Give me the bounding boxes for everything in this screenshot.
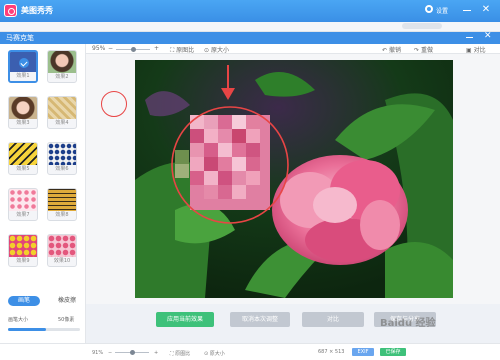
status-zoom-knob[interactable] — [130, 350, 135, 355]
zoom-level: 95% — [92, 45, 106, 52]
brush-cursor — [101, 91, 127, 117]
effect-thumb-10[interactable]: 效果10 — [47, 234, 77, 267]
minimize-icon[interactable] — [461, 4, 473, 16]
image-dimensions: 687 × 513 — [318, 349, 345, 355]
redo-icon: ↷ — [414, 47, 420, 54]
status-badge: 已保存 — [380, 348, 406, 356]
dialog-title-bar: 马赛克笔 ✕ — [0, 31, 500, 44]
gear-icon[interactable] — [425, 5, 433, 13]
mosaic-editor-window: 美图秀秀 设置 ✕ 马赛克笔 ✕ 95% − + ⛶ 原图比 ⊙ 原大小 ↶ 撤… — [0, 0, 500, 360]
compare-button[interactable]: 对比 — [302, 312, 364, 327]
effect-thumb-7[interactable]: 效果7 — [8, 188, 38, 221]
dialog-title: 马赛克笔 — [6, 34, 34, 42]
pen-size-value: 50像素 — [58, 317, 75, 323]
effect-thumb-2[interactable]: 效果2 — [47, 50, 77, 83]
canvas-toolbar: 95% − + ⛶ 原图比 ⊙ 原大小 ↶ 撤销 ↷ 重做 ▣ 对比 — [86, 44, 500, 54]
menu-strip — [0, 22, 500, 32]
photo-canvas[interactable] — [135, 60, 453, 298]
status-original-ratio[interactable]: ⛶ 原图比 — [170, 350, 190, 357]
check-icon — [19, 58, 29, 68]
action-bar — [86, 304, 500, 340]
dialog-minimize-icon[interactable] — [466, 37, 473, 38]
status-zoom-in[interactable]: + — [154, 350, 158, 356]
actual-size-button[interactable]: ⊙ 原大小 — [204, 45, 229, 54]
effect-thumb-3[interactable]: 效果3 — [8, 96, 38, 129]
close-icon[interactable]: ✕ — [480, 4, 492, 16]
pen-size-fill — [8, 328, 47, 331]
zoom-slider-knob[interactable] — [131, 47, 136, 52]
status-zoom: 91% — [92, 350, 104, 356]
app-title: 美图秀秀 — [21, 6, 53, 15]
title-bar: 美图秀秀 设置 ✕ — [0, 0, 500, 22]
effect-thumb-1[interactable]: 效果1 — [8, 50, 38, 83]
zoom-in-button[interactable]: + — [154, 45, 159, 52]
cancel-adjustment-button[interactable]: 取消本次调整 — [230, 312, 290, 327]
compare-icon: ▣ — [466, 47, 472, 54]
pen-size-slider[interactable] — [8, 328, 80, 331]
baidu-watermark: Baidu 经验 — [380, 318, 436, 329]
effect-thumb-5[interactable]: 效果5 — [8, 142, 38, 175]
effect-thumb-8[interactable]: 效果8 — [47, 188, 77, 221]
app-logo-icon — [4, 4, 17, 17]
status-zoom-out[interactable]: − — [108, 350, 112, 356]
effect-thumb-9[interactable]: 效果9 — [8, 234, 38, 267]
compare-toolbar-button[interactable]: ▣ 对比 — [466, 45, 486, 54]
zoom-out-button[interactable]: − — [108, 45, 113, 52]
undo-icon: ↶ — [382, 47, 388, 54]
undo-button[interactable]: ↶ 撤销 — [382, 45, 401, 54]
apply-effect-button[interactable]: 应用当前效果 — [156, 312, 214, 327]
status-actual-size[interactable]: ⊙ 原大小 — [204, 350, 225, 357]
dialog-close-icon[interactable]: ✕ — [484, 31, 492, 41]
status-bar: 91% − + ⛶ 原图比 ⊙ 原大小 687 × 513 EXIF 已保存 — [0, 343, 500, 360]
pen-size-label: 画笔大小 — [8, 317, 29, 323]
tab-eraser[interactable]: 橡皮擦 — [51, 296, 83, 306]
effects-panel: 效果1 效果2 效果3 效果4 效果5 效果6 效果7 效果8 效果9 效果10… — [0, 44, 86, 360]
peony-flower — [272, 155, 408, 265]
settings-button[interactable]: 设置 — [436, 6, 448, 15]
effect-thumb-4[interactable]: 效果4 — [47, 96, 77, 129]
peony-photo — [135, 60, 453, 298]
redo-button[interactable]: ↷ 重做 — [414, 45, 433, 54]
tab-brush[interactable]: 画笔 — [8, 296, 40, 306]
effect-thumb-6[interactable]: 效果6 — [47, 142, 77, 175]
exif-button[interactable]: EXIF — [352, 348, 374, 356]
